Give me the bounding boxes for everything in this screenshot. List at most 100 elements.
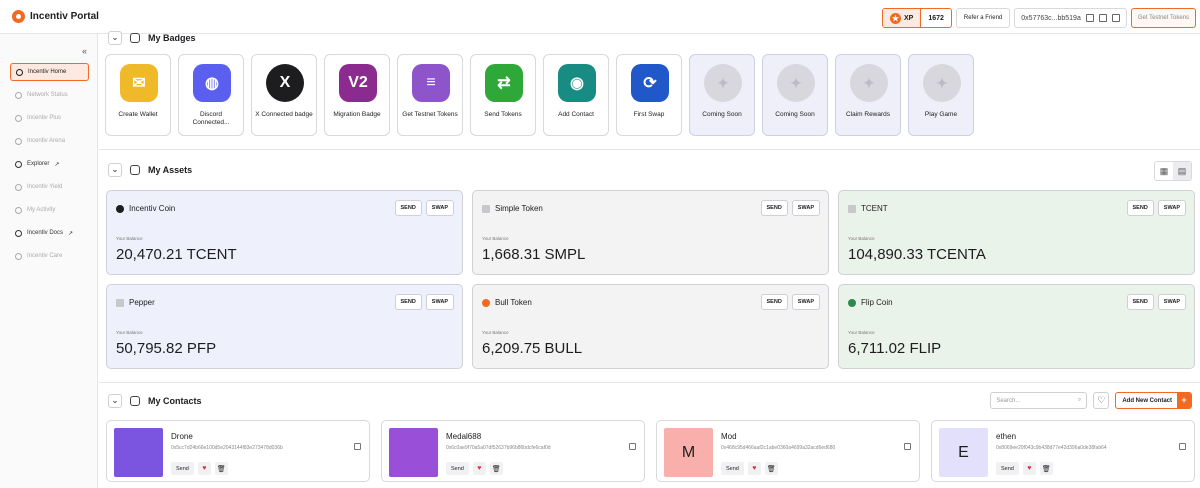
copy-icon[interactable] [904,443,911,450]
xp-display[interactable]: ★ XP 1672 [882,8,952,28]
swap-button[interactable]: SWAP [425,200,454,216]
eye-icon[interactable] [1111,14,1120,22]
send-button[interactable]: Send [721,462,744,475]
chevron-down-icon[interactable]: ⌄ [108,31,122,45]
badge-art-icon: ✦ [850,64,888,102]
sidebar-item-incentiv-plus[interactable]: Incentiv Plus [10,109,89,127]
trash-icon[interactable]: 🗑 [1039,462,1053,475]
contact-search-input[interactable]: Search... ⌕ [990,392,1088,409]
swap-button[interactable]: SWAP [425,294,454,310]
send-button[interactable]: SEND [1126,294,1154,310]
badge-card[interactable]: ✦ Coming Soon [689,54,755,136]
asset-name-text: Incentiv Coin [129,204,176,213]
badge-icon [130,33,140,43]
nav-icon [15,91,22,99]
badge-card[interactable]: ✦ Play Game [908,54,974,136]
view-toggle: ▦ ▤ [1154,161,1192,181]
badge-label: Play Game [924,111,958,118]
send-button[interactable]: Send [171,462,194,475]
badge-art-icon: ✦ [704,64,742,102]
asset-name-text: Simple Token [495,204,543,213]
sidebar-item-incentiv-docs[interactable]: Incentiv Docs ↗ [10,224,89,242]
refer-friend-button[interactable]: Refer a Friend [955,8,1011,28]
send-button[interactable]: Send [446,462,469,475]
chevron-down-icon[interactable]: ⌄ [108,394,122,408]
badges-title: My Badges [148,33,196,43]
asset-balance: 104,890.33 TCENTA [848,246,986,263]
send-button[interactable]: SEND [760,200,788,216]
sidebar: « Incentiv Home Network Status Incentiv Pl… [0,34,98,488]
sidebar-item-incentiv-care[interactable]: Incentiv Care [10,247,89,265]
swap-button[interactable]: SWAP [1157,200,1186,216]
wallet-address[interactable]: 0x57763c...bb519a [1014,8,1127,28]
send-button[interactable]: Send [996,462,1019,475]
heart-icon[interactable]: ♥ [197,462,211,475]
list-view-icon[interactable]: ▤ [1173,162,1191,180]
sidebar-item-label: Incentiv Home [28,69,67,75]
badge-card[interactable]: V2 Migration Badge [324,54,390,136]
chevron-down-icon[interactable]: ⌄ [108,163,122,177]
sidebar-item-incentiv-yield[interactable]: Incentiv Yield [10,178,89,196]
badge-card[interactable]: ✉ Create Wallet [105,54,171,136]
app-logo[interactable]: Incentiv Portal [12,10,99,23]
trash-icon[interactable]: 🗑 [489,462,503,475]
sidebar-item-explorer[interactable]: Explorer ↗ [10,155,89,173]
logo-icon [12,10,25,23]
copy-icon[interactable] [1179,443,1186,450]
swap-button[interactable]: SWAP [791,200,820,216]
send-button[interactable]: SEND [760,294,788,310]
trash-icon[interactable]: 🗑 [214,462,228,475]
badge-card[interactable]: ⟳ First Swap [616,54,682,136]
contact-actions: Send ♥ 🗑 [446,462,503,475]
heart-icon[interactable]: ♥ [747,462,761,475]
send-button[interactable]: SEND [1126,200,1154,216]
badge-card[interactable]: X X Connected badge [251,54,317,136]
qr-code-icon[interactable] [1098,14,1107,22]
copy-icon[interactable] [354,443,361,450]
badge-card[interactable]: ⇄ Send Tokens [470,54,536,136]
contact-name: Mod [721,432,737,441]
sidebar-item-incentiv-home[interactable]: Incentiv Home [10,63,89,81]
contact-card: Drone 0x5cc7d24b66e100d5e2043144f83e27347… [106,420,370,482]
asset-name: Simple Token [482,204,543,213]
sidebar-item-network-status[interactable]: Network Status [10,86,89,104]
sidebar-item-label: Incentiv Plus [27,115,62,121]
nav-icon [15,206,22,214]
heart-icon[interactable]: ♥ [472,462,486,475]
send-button[interactable]: SEND [394,294,422,310]
badge-art-icon: ✦ [777,64,815,102]
badge-card[interactable]: ◍ Discord Connected... [178,54,244,136]
sidebar-item-my-activity[interactable]: My Activity [10,201,89,219]
asset-card: Bull Token SEND SWAP Your Balance 6,209.75 B… [472,284,829,369]
balance-caption: Your Balance [482,330,509,335]
swap-button[interactable]: SWAP [1157,294,1186,310]
copy-icon[interactable] [629,443,636,450]
collapse-sidebar-icon[interactable]: « [82,46,87,56]
heart-icon[interactable]: ♥ [1022,462,1036,475]
badge-card[interactable]: ≡ Get Testnet Tokens [397,54,463,136]
trash-icon[interactable]: 🗑 [764,462,778,475]
external-link-icon: ↗ [68,230,74,237]
send-button[interactable]: SEND [394,200,422,216]
asset-actions: SEND SWAP [760,294,820,310]
grid-view-icon[interactable]: ▦ [1155,162,1173,180]
badge-card[interactable]: ✦ Coming Soon [762,54,828,136]
external-link-icon: ↗ [54,161,60,168]
swap-button[interactable]: SWAP [791,294,820,310]
asset-name-text: Pepper [129,298,155,307]
sidebar-item-incentiv-arena[interactable]: Incentiv Arena [10,132,89,150]
token-icon [482,298,490,307]
nav-icon [15,160,22,168]
get-testnet-tokens-button[interactable]: Get Testnet Tokens [1130,8,1196,28]
favorites-filter-button[interactable]: ♡ [1093,392,1110,409]
contact-address: 0x8069ee20f043c9b438d77e42d396a0de38fab6… [996,445,1107,451]
badge-card[interactable]: ◉ Add Contact [543,54,609,136]
asset-name-text: TCENT [861,204,888,213]
copy-icon[interactable] [1085,14,1094,22]
add-new-contact-button[interactable]: Add New Contact + [1115,392,1192,409]
asset-balance: 6,209.75 BULL [482,340,583,357]
contact-name: ethen [996,432,1017,441]
sidebar-item-label: Incentiv Yield [27,184,63,190]
sidebar-item-label: Incentiv Arena [27,138,66,144]
badge-card[interactable]: ✦ Claim Rewards [835,54,901,136]
